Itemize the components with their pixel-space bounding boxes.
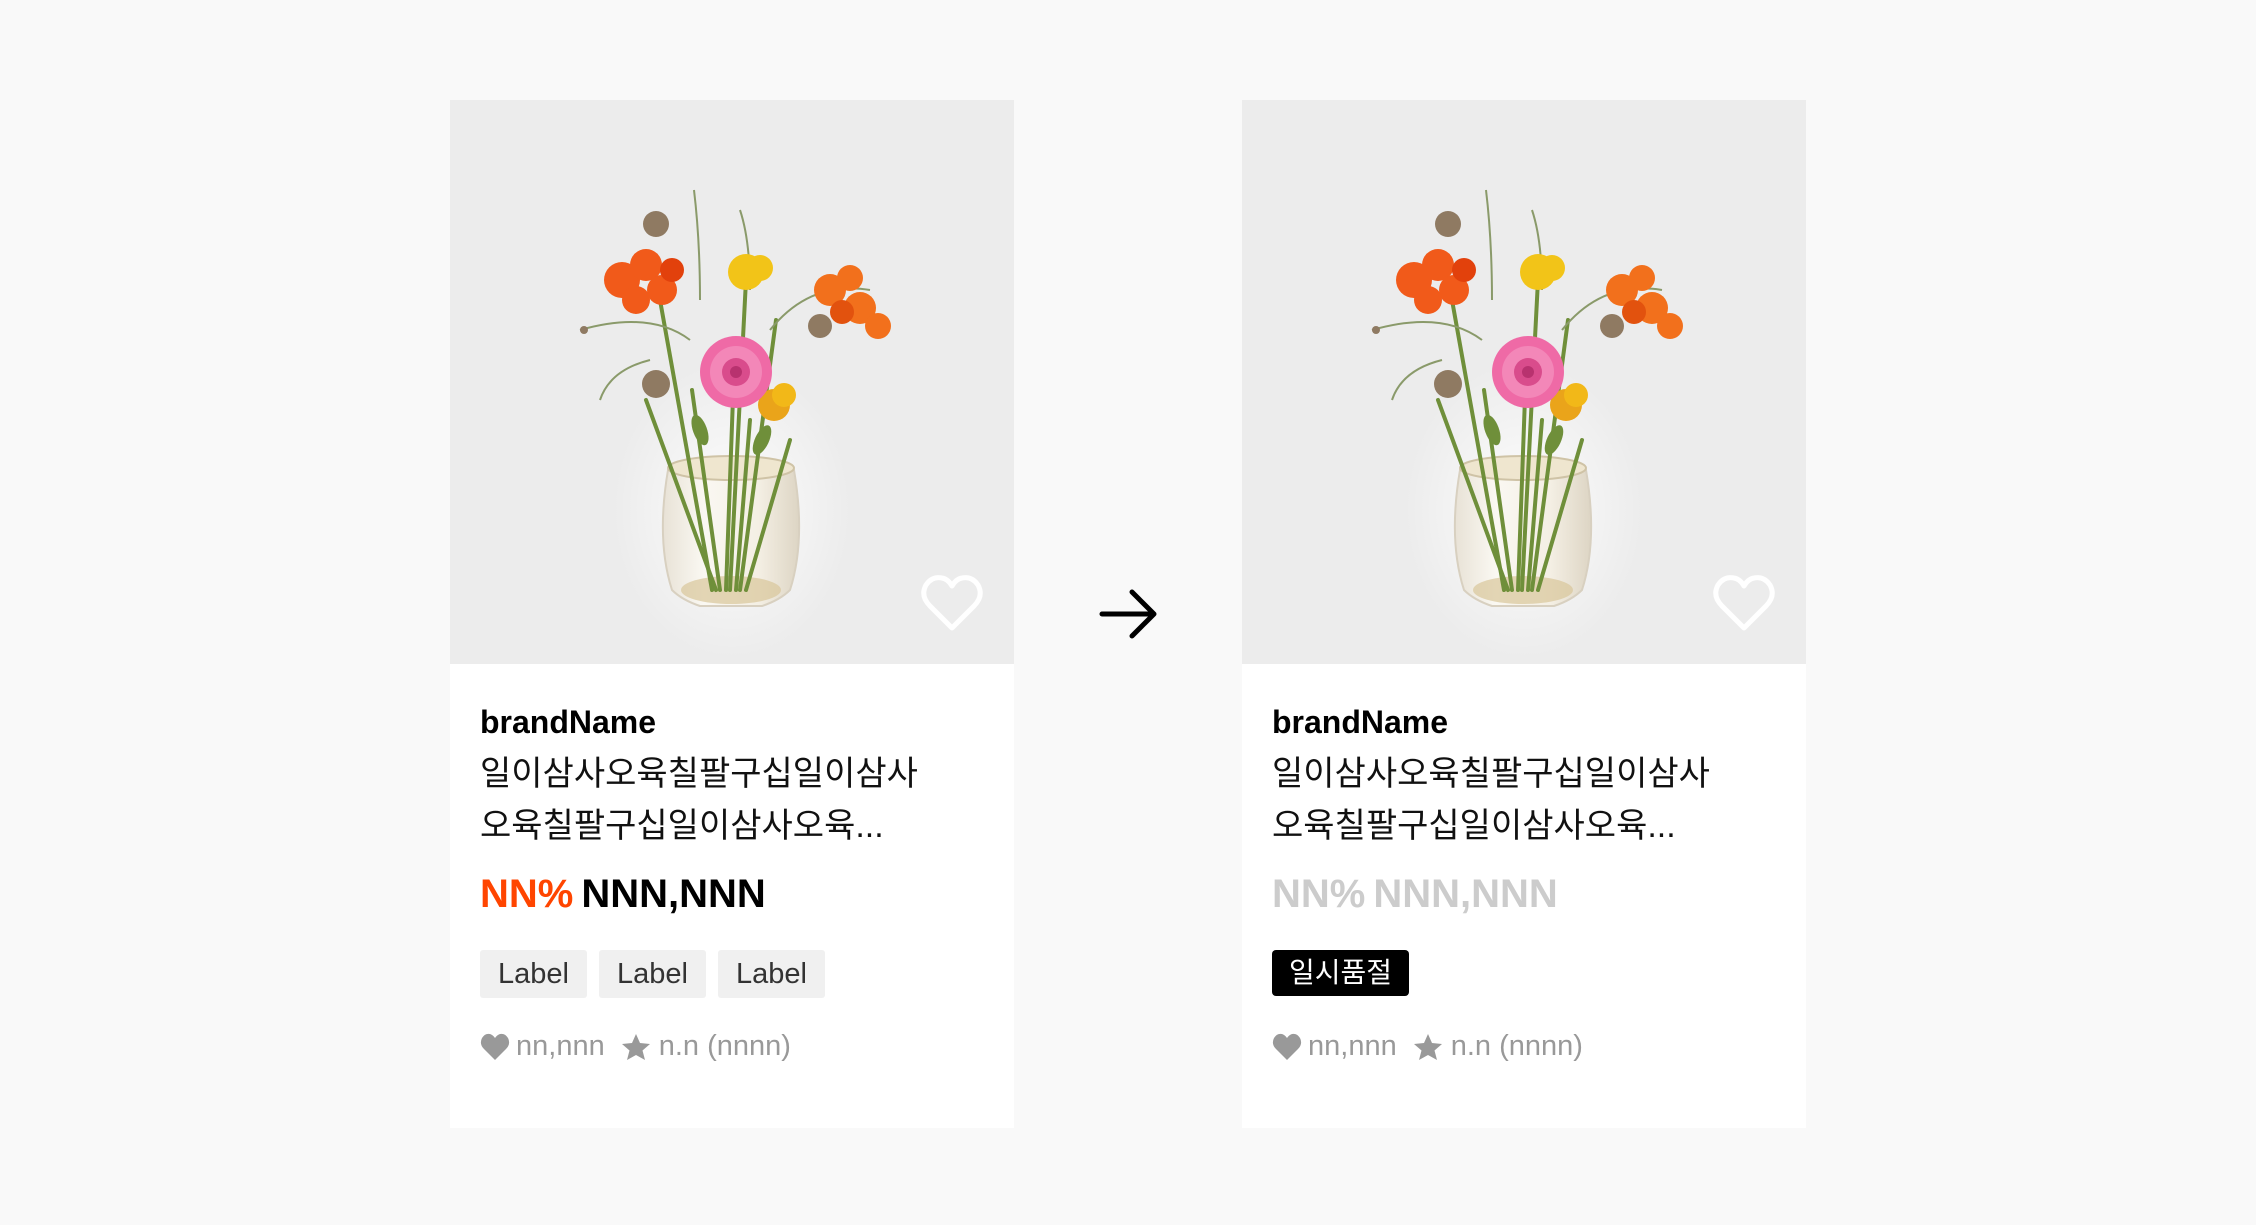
discount-rate: NN%	[1272, 872, 1366, 916]
like-count: nn,nnn	[1308, 1030, 1397, 1062]
brand-name[interactable]: brandName	[1272, 700, 1448, 744]
product-title-line-1: 일이삼사오육칠팔구십일이삼사	[1272, 755, 1710, 793]
product-card-default[interactable]: brandName 일이삼사오육칠팔구십일이삼사 오육칠팔구십일이삼사오육...…	[450, 100, 1014, 1128]
heart-filled-icon	[480, 1033, 510, 1060]
star-icon	[621, 1033, 650, 1060]
sale-price: NNN,NNN	[581, 872, 766, 916]
brand-name[interactable]: brandName	[480, 700, 656, 744]
product-meta: nn,nnn n.n (nnnn)	[1272, 1030, 1583, 1063]
price-row: NN% NNN,NNN	[480, 868, 766, 920]
heart-outline-icon[interactable]	[1710, 570, 1778, 638]
label-list: Label Label Label	[480, 950, 825, 998]
product-meta: nn,nnn n.n (nnnn)	[480, 1030, 791, 1063]
label-chip: Label	[598, 950, 706, 998]
discount-rate: NN%	[480, 872, 574, 916]
star-icon	[1413, 1033, 1442, 1060]
sale-price: NNN,NNN	[1373, 872, 1558, 916]
arrow-right-icon	[1099, 589, 1157, 639]
product-title-line-1: 일이삼사오육칠팔구십일이삼사	[480, 755, 918, 793]
like-count: nn,nnn	[516, 1030, 605, 1062]
sold-out-badge: 일시품절	[1272, 950, 1410, 996]
product-title[interactable]: 일이삼사오육칠팔구십일이삼사 오육칠팔구십일이삼사오육...	[1272, 748, 1742, 852]
rating-text: n.n (nnnn)	[658, 1030, 791, 1062]
rating-text: n.n (nnnn)	[1450, 1030, 1583, 1062]
product-image[interactable]	[1242, 100, 1806, 664]
product-title-line-2: 오육칠팔구십일이삼사오육...	[1272, 807, 1676, 845]
product-image[interactable]	[450, 100, 1014, 664]
product-title[interactable]: 일이삼사오육칠팔구십일이삼사 오육칠팔구십일이삼사오육...	[480, 748, 950, 852]
label-chip: Label	[717, 950, 825, 998]
heart-outline-icon[interactable]	[918, 570, 986, 638]
product-card-sold-out[interactable]: brandName 일이삼사오육칠팔구십일이삼사 오육칠팔구십일이삼사오육...…	[1242, 100, 1806, 1128]
heart-filled-icon	[1272, 1033, 1302, 1060]
label-chip: Label	[480, 950, 587, 998]
price-row: NN% NNN,NNN	[1272, 868, 1558, 920]
product-title-line-2: 오육칠팔구십일이삼사오육...	[480, 807, 884, 845]
